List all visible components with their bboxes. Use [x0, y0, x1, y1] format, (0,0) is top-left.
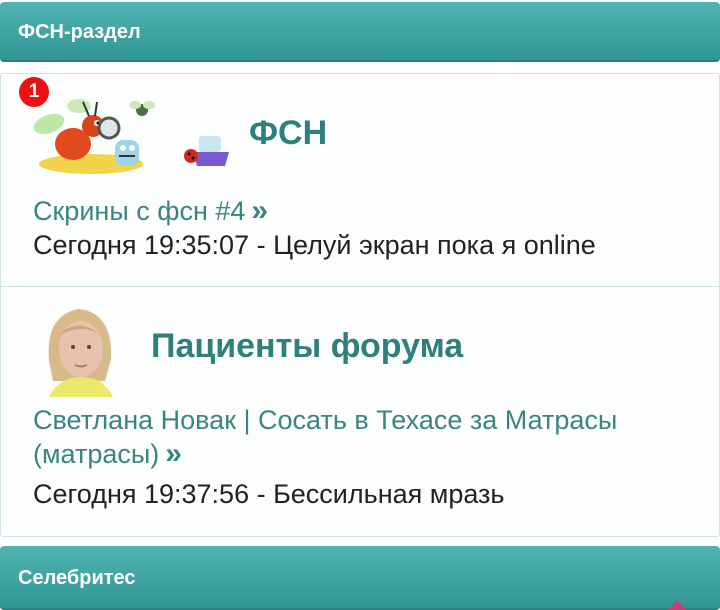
forum-item-patients: Пациенты форума Светлана Новак | Сосать …: [1, 287, 719, 536]
last-post-info: Сегодня 19:35:07 - Целуй экран пока я on…: [33, 230, 596, 260]
forum-title-patients[interactable]: Пациенты форума: [151, 327, 463, 366]
notification-badge: 1: [19, 77, 49, 107]
section-header-fsn[interactable]: ФСН-раздел: [0, 2, 720, 62]
forum-title-fsn[interactable]: ФСН: [249, 114, 327, 153]
last-post-info: Сегодня 19:37:56 - Бессильная мразь: [33, 479, 505, 509]
scroll-up-icon[interactable]: [668, 600, 686, 610]
forum-list-panel: 1 ФСН Скрины с фсн #4» Сегодня 19:35:07 …: [0, 73, 720, 537]
section-title: ФСН-раздел: [18, 20, 141, 43]
raquo-icon: »: [251, 194, 269, 227]
last-topic-link[interactable]: Светлана Новак | Сосать в Техасе за Матр…: [33, 403, 617, 471]
section-title: Селебритес: [18, 566, 136, 589]
forum-item-fsn: 1 ФСН Скрины с фсн #4» Сегодня 19:35:07 …: [1, 74, 719, 287]
raquo-icon: »: [165, 437, 182, 470]
last-topic-link[interactable]: Скрины с фсн #4»: [33, 194, 268, 228]
topic-link-text[interactable]: Скрины с фсн #4: [33, 196, 245, 226]
patient-avatar[interactable]: [39, 301, 119, 397]
fsn-cartoon-insects-icon[interactable]: [31, 96, 231, 176]
topic-link-text-line2[interactable]: (матрасы): [33, 439, 159, 469]
topic-link-text-line1[interactable]: Светлана Новак | Сосать в Техасе за Матр…: [33, 405, 617, 435]
section-header-celebrities[interactable]: Селебритес: [0, 546, 720, 610]
